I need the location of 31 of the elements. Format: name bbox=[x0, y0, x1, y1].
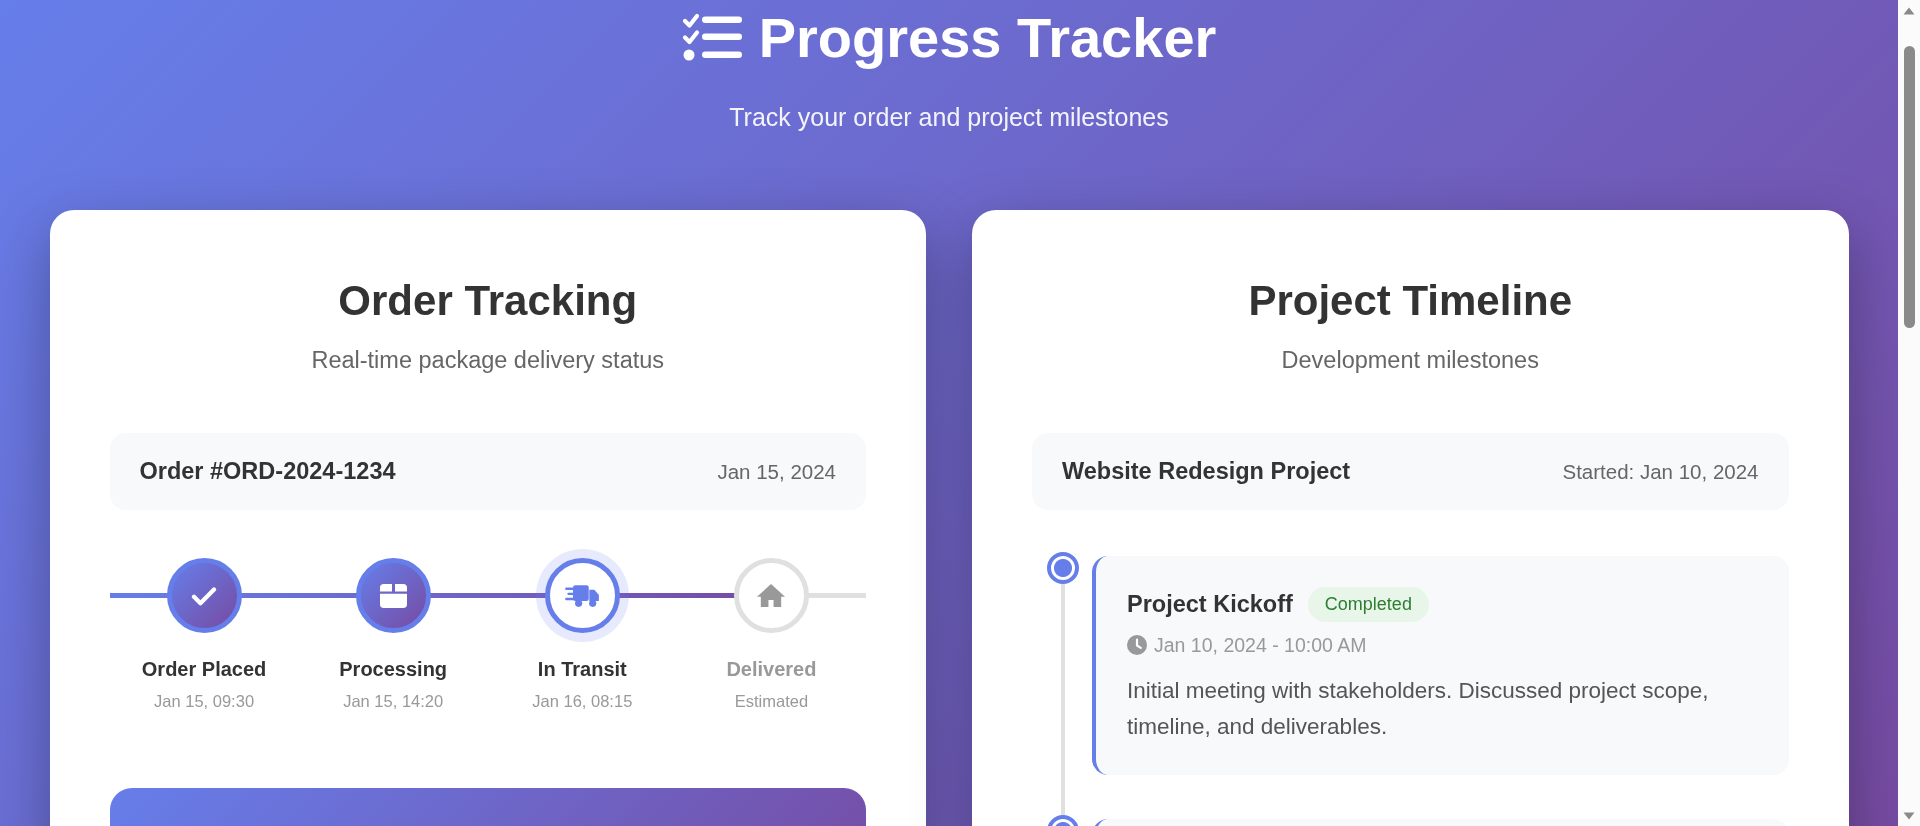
clock-icon bbox=[1127, 635, 1147, 656]
package-icon bbox=[379, 583, 407, 608]
step-label: Delivered bbox=[726, 657, 817, 683]
card-subtitle: Development milestones bbox=[1281, 345, 1539, 375]
checklist-icon bbox=[681, 13, 742, 63]
step-time: Jan 15, 09:30 bbox=[154, 691, 255, 713]
order-date: Jan 15, 2024 bbox=[717, 458, 836, 485]
page-title: Progress Tracker bbox=[758, 5, 1217, 71]
page-subtitle: Track your order and project milestones bbox=[729, 102, 1169, 134]
house-icon bbox=[757, 584, 786, 608]
scroll-down-icon[interactable] bbox=[1903, 812, 1915, 820]
step-time: Jan 16, 08:15 bbox=[532, 691, 633, 713]
order-number: Order #ORD-2024-1234 bbox=[139, 457, 396, 487]
status-badge: Completed bbox=[1307, 586, 1429, 623]
step-label: Order Placed bbox=[141, 657, 267, 683]
step-label: In Transit bbox=[537, 657, 627, 683]
card-subtitle: Real-time package delivery status bbox=[311, 345, 665, 375]
card-title: Order Tracking bbox=[338, 276, 638, 327]
card-title: Project Timeline bbox=[1248, 276, 1573, 327]
milestone-title: Project Kickoff bbox=[1127, 589, 1293, 619]
step-label: Processing bbox=[339, 657, 448, 683]
milestone-date: Jan 10, 2024 - 10:00 AM bbox=[1154, 633, 1367, 658]
step-time: Jan 15, 14:20 bbox=[343, 691, 444, 713]
scrollbar-thumb[interactable] bbox=[1903, 46, 1915, 328]
step-time: Estimated bbox=[734, 691, 809, 713]
truck-icon bbox=[564, 583, 601, 608]
project-start-date: Started: Jan 10, 2024 bbox=[1562, 458, 1759, 485]
check-icon bbox=[191, 585, 218, 606]
milestone-description: Initial meeting with stakeholders. Discussed project scope, timeline, and deliverables. bbox=[1127, 677, 1710, 742]
project-name: Website Redesign Project bbox=[1062, 457, 1351, 487]
scroll-up-icon[interactable] bbox=[1903, 7, 1915, 15]
